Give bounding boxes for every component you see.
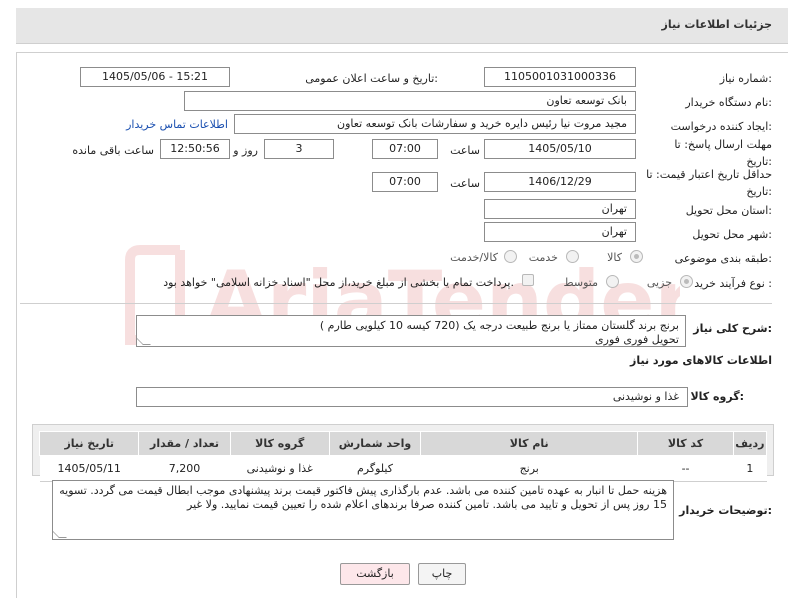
- goods-group-label: گروه کالا:: [690, 390, 744, 403]
- col-name: نام کالا: [420, 431, 639, 456]
- description-textarea: برنج برند گلستان ممتاز یا برنج طبیعت درج…: [136, 315, 686, 347]
- table-row: 1 -- برنج کیلوگرم غذا و نوشیدنی 7,200 14…: [39, 455, 767, 482]
- city-value: تهران: [484, 222, 636, 242]
- goods-group-value: غذا و نوشیدنی: [136, 387, 688, 407]
- reply-time-label: ساعت: [450, 144, 480, 157]
- reply-deadline-label: مهلت ارسال پاسخ: تا تاریخ:: [674, 138, 772, 168]
- divider: [20, 303, 772, 304]
- description-line-2: تحویل فوری فوری: [595, 333, 679, 346]
- province-label: استان محل تحویل:: [685, 204, 772, 217]
- goods-table-header: ردیف کد کالا نام کالا واحد شمارش گروه کا…: [38, 431, 768, 456]
- category-label: طبقه بندی موضوعی:: [674, 252, 772, 265]
- remaining-time-value: 12:50:56: [160, 139, 230, 159]
- process-partial-radio[interactable]: [680, 275, 693, 288]
- page-title: جزئیات اطلاعات نیاز: [661, 18, 773, 31]
- col-code: کد کالا: [637, 431, 734, 456]
- category-service-radio[interactable]: [566, 250, 579, 263]
- cell-row: 1: [733, 455, 767, 482]
- buyer-notes-textarea: هزینه حمل تا انبار به عهده تامین کننده م…: [52, 480, 674, 540]
- cell-quantity: 7,200: [138, 455, 231, 482]
- col-need-date: تاریخ نیاز: [38, 431, 140, 456]
- cell-name: برنج: [420, 455, 638, 482]
- category-both-label: کالا/خدمت: [450, 251, 498, 264]
- announce-date-value: 1405/05/06 - 15:21: [80, 67, 230, 87]
- col-group: گروه کالا: [229, 431, 330, 456]
- resize-handle-icon[interactable]: [53, 530, 67, 538]
- cell-code: --: [637, 455, 734, 482]
- category-service-label: خدمت: [528, 251, 558, 264]
- city-label: شهر محل تحویل:: [692, 228, 772, 241]
- goods-section-title: اطلاعات کالاهای مورد نیاز: [630, 354, 772, 367]
- col-row: ردیف: [732, 431, 768, 456]
- print-button[interactable]: چاپ: [418, 563, 466, 585]
- category-goods-label: کالا: [607, 251, 622, 264]
- reply-date-value: 1405/05/10: [484, 139, 636, 159]
- back-button[interactable]: بازگشت: [340, 563, 410, 585]
- validity-date-value: 1406/12/29: [484, 172, 636, 192]
- treasury-payment-checkbox[interactable]: [522, 274, 534, 286]
- process-type-label: نوع فرآیند خرید :: [694, 277, 772, 290]
- creator-label: ایجاد کننده درخواست:: [670, 120, 772, 133]
- description-label: شرح کلی نیاز:: [693, 322, 772, 335]
- remaining-time-label: ساعت باقی مانده: [72, 144, 154, 157]
- price-validity-label: حداقل تاریخ اعتبار قیمت: تا تاریخ:: [646, 168, 772, 198]
- category-goods-radio[interactable]: [630, 250, 643, 263]
- need-number-label: شماره نیاز:: [719, 72, 772, 85]
- cell-group: غذا و نوشیدنی: [230, 455, 330, 482]
- buyer-contact-link[interactable]: اطلاعات تماس خریدار: [126, 118, 228, 131]
- treasury-payment-note: پرداخت تمام یا بخشی از مبلغ خرید،از محل …: [163, 276, 514, 289]
- description-line-1: برنج برند گلستان ممتاز یا برنج طبیعت درج…: [319, 319, 679, 332]
- validity-time-value: 07:00: [372, 172, 438, 192]
- buyer-notes-label: توضیحات خریدار:: [679, 504, 772, 517]
- page-header: جزئیات اطلاعات نیاز: [16, 8, 788, 44]
- goods-table: ردیف کد کالا نام کالا واحد شمارش گروه کا…: [38, 431, 768, 482]
- process-medium-radio[interactable]: [606, 275, 619, 288]
- province-value: تهران: [484, 199, 636, 219]
- announce-date-label: تاریخ و ساعت اعلان عمومی:: [305, 72, 438, 85]
- days-label: روز و: [233, 144, 258, 157]
- remaining-days-value: 3: [264, 139, 334, 159]
- process-partial-label: جزیی: [646, 276, 672, 289]
- reply-time-value: 07:00: [372, 139, 438, 159]
- goods-table-container: ردیف کد کالا نام کالا واحد شمارش گروه کا…: [32, 424, 774, 482]
- cell-need-date: 1405/05/11: [39, 455, 139, 482]
- buyer-notes-text: هزینه حمل تا انبار به عهده تامین کننده م…: [59, 484, 667, 511]
- col-quantity: تعداد / مقدار: [138, 431, 231, 456]
- col-unit: واحد شمارش: [328, 431, 422, 456]
- category-both-radio[interactable]: [504, 250, 517, 263]
- need-number-value: 1105001031000336: [484, 67, 636, 87]
- buyer-org-label: نام دستگاه خریدار:: [685, 96, 772, 109]
- cell-unit: کیلوگرم: [329, 455, 421, 482]
- creator-value: مجید مروت نیا رئیس دایره خرید و سفارشات …: [234, 114, 636, 134]
- buyer-org-value: بانک توسعه تعاون: [184, 91, 636, 111]
- process-medium-label: متوسط: [563, 276, 598, 289]
- validity-time-label: ساعت: [450, 177, 480, 190]
